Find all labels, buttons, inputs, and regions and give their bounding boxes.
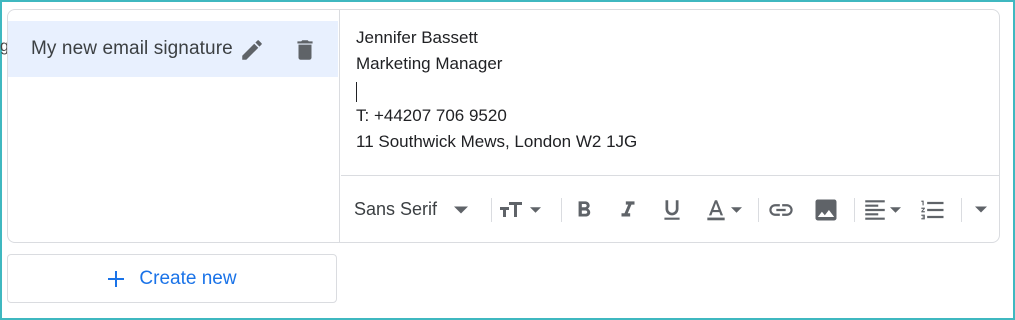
plus-icon — [107, 266, 125, 292]
bold-button[interactable] — [571, 176, 597, 242]
edit-icon[interactable] — [239, 37, 265, 63]
signature-line-empty — [356, 77, 637, 103]
toolbar-divider — [758, 198, 759, 222]
chevron-down-icon — [890, 206, 901, 213]
underline-icon — [659, 197, 685, 223]
chevron-down-icon — [731, 206, 742, 213]
align-icon — [862, 197, 888, 223]
bold-icon — [571, 197, 597, 223]
formatting-toolbar: Sans Serif — [341, 175, 999, 242]
text-color-button[interactable] — [703, 176, 742, 242]
chevron-down-icon — [454, 206, 469, 214]
font-size-icon — [499, 198, 527, 222]
align-button[interactable] — [862, 176, 901, 242]
font-family-label: Sans Serif — [354, 199, 438, 219]
signature-line: 11 Southwick Mews, London W2 1JG — [356, 132, 638, 151]
numbered-list-button[interactable] — [919, 176, 947, 242]
signature-line: T: +44207 706 9520 — [356, 106, 507, 125]
font-size-button[interactable] — [499, 176, 541, 242]
toolbar-divider — [854, 198, 855, 222]
toolbar-divider — [961, 198, 962, 222]
numbered-list-icon — [919, 196, 947, 224]
text-color-icon — [703, 197, 729, 223]
signature-editor[interactable]: Jennifer Bassett Marketing Manager T: +4… — [341, 10, 999, 242]
italic-button[interactable] — [615, 176, 641, 242]
text-caret — [356, 81, 357, 102]
create-new-label: Create new — [139, 267, 237, 289]
italic-icon — [615, 197, 641, 223]
signature-list: My new email signature — [8, 10, 340, 242]
create-new-button[interactable]: Create new — [7, 254, 337, 303]
toolbar-divider — [561, 198, 562, 222]
signature-line: Jennifer Bassett — [356, 28, 478, 47]
signature-line: Marketing Manager — [356, 54, 503, 73]
signature-text-area[interactable]: Jennifer Bassett Marketing Manager T: +4… — [356, 25, 637, 155]
signature-panel: My new email signature Jennifer Bassett … — [7, 9, 1000, 243]
insert-image-button[interactable] — [812, 176, 840, 242]
image-icon — [812, 196, 840, 224]
signature-item[interactable]: My new email signature — [8, 21, 338, 77]
font-family-select[interactable]: Sans Serif — [354, 176, 469, 242]
underline-button[interactable] — [659, 176, 685, 242]
chevron-down-icon — [530, 206, 541, 213]
more-options-icon — [975, 206, 987, 213]
delete-icon[interactable] — [292, 37, 318, 63]
more-options-button[interactable] — [975, 176, 987, 242]
toolbar-divider — [491, 198, 492, 222]
insert-link-button[interactable] — [767, 176, 795, 242]
link-icon — [767, 196, 795, 224]
signature-name: My new email signature — [31, 38, 233, 59]
